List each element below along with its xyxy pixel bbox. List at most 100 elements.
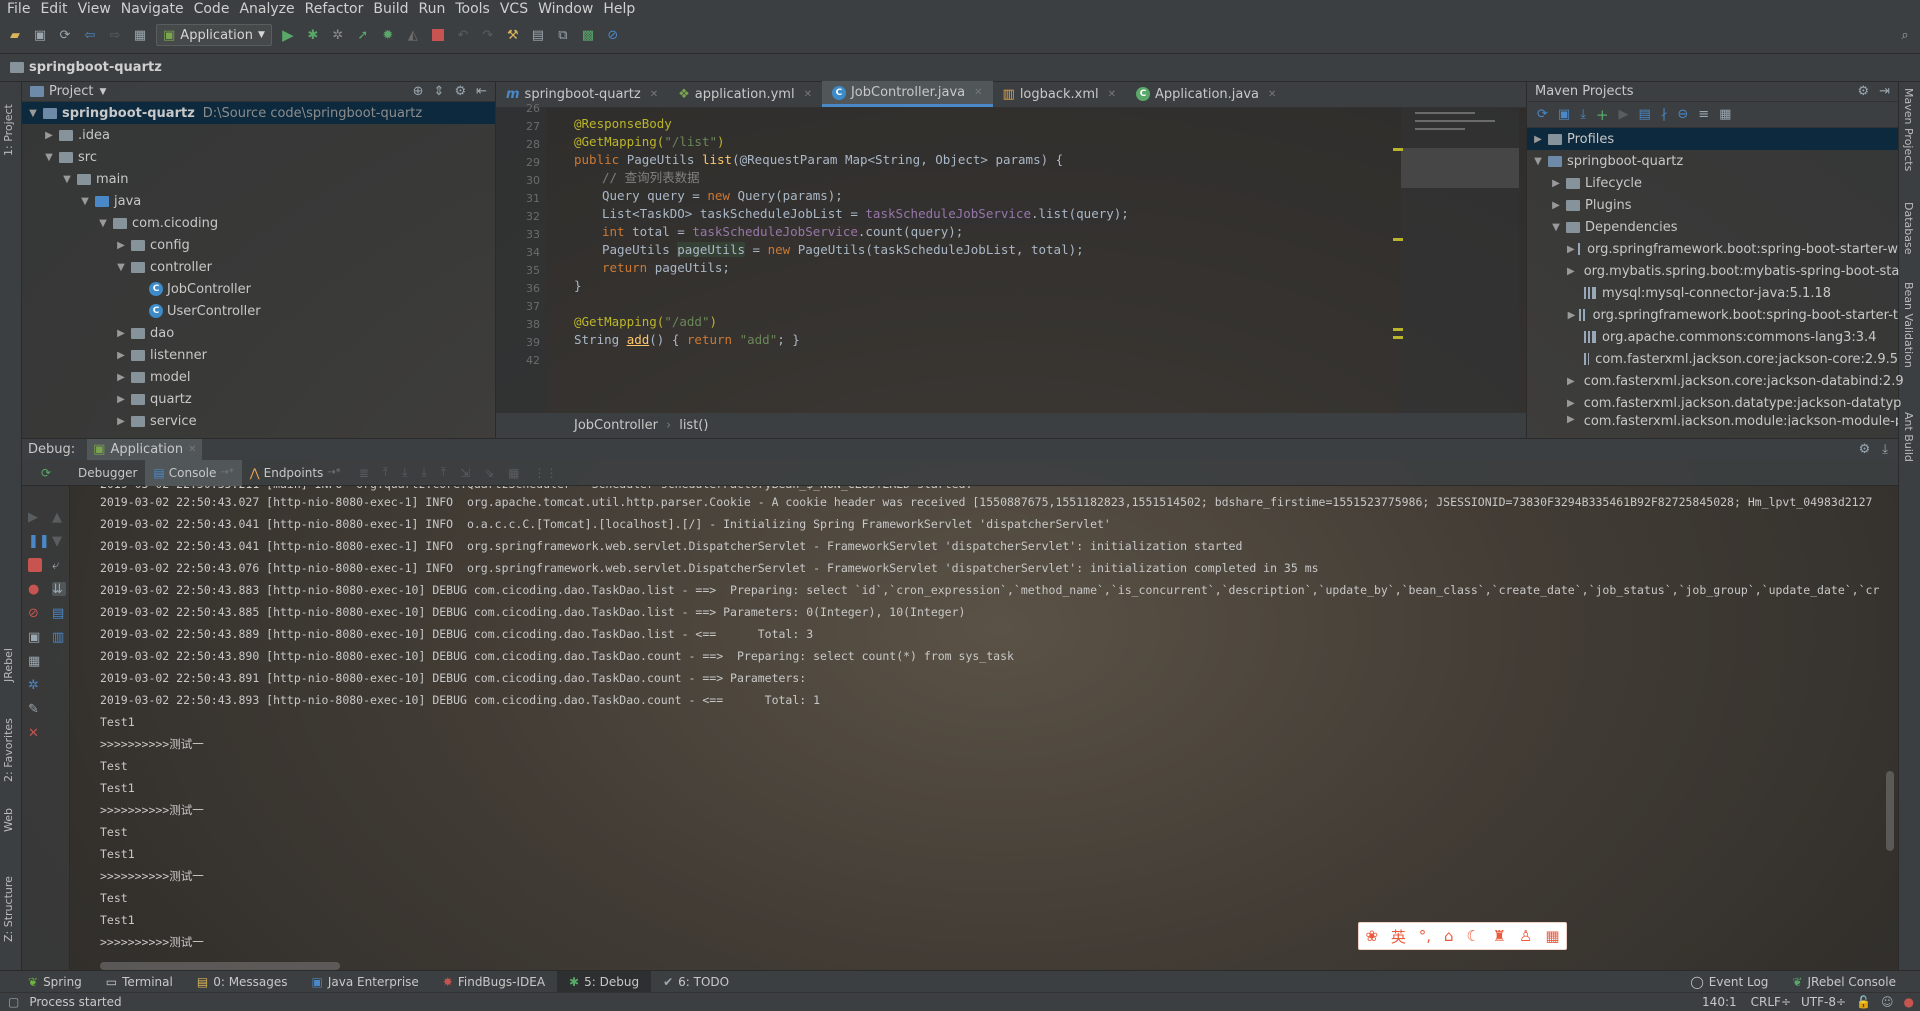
add-icon[interactable]: + [1596,106,1609,124]
jrebel-tool-tab[interactable]: JRebel [2,642,15,682]
no-entry-icon[interactable]: ⊘ [604,26,622,44]
caret-position[interactable]: 140:1 [1702,995,1737,1009]
tab-endpoints[interactable]: ⋀ Endpoints →* [242,466,349,480]
line-separator[interactable]: CRLF÷ [1751,995,1791,1009]
scroll-to-end-icon[interactable]: ⇊ [52,582,66,597]
stop-icon[interactable] [28,558,42,572]
coverage-report-icon[interactable]: ▩ [579,26,597,44]
chevron-down-icon[interactable]: ▼ [60,174,74,185]
database-tool-tab[interactable]: Database [1902,202,1915,262]
hide-icon[interactable]: ⇥ [1879,84,1890,99]
trace-icon[interactable]: ⋮⋮ [533,466,557,480]
tab-application-java[interactable]: C Application.java ✕ [1126,81,1286,107]
open-folder-icon[interactable]: ▰ [6,26,24,44]
tree-item-jobcontroller[interactable]: C JobController [22,278,495,300]
menu-code[interactable]: Code [191,1,237,17]
ime-language-toggle[interactable]: 英 [1391,926,1406,947]
chevron-right-icon[interactable]: ▶ [114,394,128,405]
menu-window[interactable]: Window [535,1,600,17]
close-icon[interactable]: ✕ [1108,89,1116,100]
tab-logback-xml[interactable]: ▥ logback.xml ✕ [993,81,1127,107]
jrebel-run-icon[interactable]: ➚ [354,26,372,44]
clear-all-icon[interactable]: ▥ [52,630,66,645]
chevron-down-icon[interactable]: ▼ [114,262,128,273]
tree-item-dao[interactable]: ▶ dao [22,322,495,344]
build-icon[interactable]: ▦ [131,26,149,44]
mute-breakpoints-icon[interactable]: ⊘ [28,606,42,621]
up-icon[interactable]: ▲ [52,510,66,525]
print-icon[interactable]: ▤ [52,606,66,621]
settings-icon[interactable]: ✲ [28,678,42,693]
jrebel-debug-icon[interactable]: ✹ [379,26,397,44]
collapse-all-icon[interactable]: ≡ [1698,107,1709,122]
chevron-down-icon[interactable]: ▼ [1549,222,1563,233]
tree-item-java[interactable]: ▼ java [22,190,495,212]
menu-run[interactable]: Run [416,1,453,17]
run-to-cursor-icon[interactable]: ⇘ [484,466,494,480]
settings-wrench-icon[interactable]: ⚒ [504,26,522,44]
menu-navigate[interactable]: Navigate [118,1,191,17]
tab-terminal[interactable]: ▭ Terminal [94,971,185,993]
chevron-right-icon[interactable]: ▶ [1549,178,1563,189]
chevron-right-icon[interactable]: ▶ [1567,244,1575,255]
chevron-down-icon[interactable]: ▼ [96,218,110,229]
maven-dependency[interactable]: com.fasterxml.jackson.core:jackson-core:… [1527,348,1898,370]
minimize-icon[interactable]: ⤓ [1882,442,1888,457]
close-icon[interactable]: ✕ [188,444,196,455]
console-output[interactable]: 2019-03-02 22:50:35.211 [main] INFO org.… [70,486,1898,970]
maven-item-project[interactable]: ▼ springboot-quartz [1527,150,1898,172]
chevron-right-icon[interactable]: ▶ [114,240,128,251]
menu-view[interactable]: View [75,1,118,17]
close-icon[interactable]: ✕ [974,87,982,98]
gear-icon[interactable]: ⚙ [1859,442,1871,457]
inspector-icon[interactable]: ☺ [1881,995,1894,1009]
project-tool-tab[interactable]: 1: Project [2,86,15,156]
menu-refactor[interactable]: Refactor [302,1,371,17]
chevron-right-icon[interactable]: ▶ [1567,398,1575,409]
menu-analyze[interactable]: Analyze [236,1,301,17]
skip-tests-icon[interactable]: ⊖ [1677,107,1688,122]
horizontal-scrollbar[interactable] [100,962,340,970]
chevron-down-icon[interactable]: ▼ [42,152,56,163]
lock-icon[interactable]: 🔓 [1856,995,1871,1009]
tab-event-log[interactable]: ◯ Event Log [1678,971,1780,993]
tab-application-yml[interactable]: ❖ application.yml ✕ [668,81,822,107]
run-icon[interactable]: ▶ [279,26,297,44]
maven-dependency[interactable]: mysql:mysql-connector-java:5.1.18 [1527,282,1898,304]
evaluate-icon[interactable]: ▦ [508,466,519,480]
close-icon[interactable]: ✕ [804,89,812,100]
restore-layout-icon[interactable]: ▦ [28,654,42,669]
chevron-right-icon[interactable]: ▶ [42,130,56,141]
grid-icon[interactable]: ▦ [1545,927,1559,945]
chevron-right-icon[interactable]: ▶ [1567,266,1575,277]
paw-icon[interactable]: ❀ [1365,927,1378,945]
maven-tool-tab[interactable]: Maven Projects [1902,88,1915,188]
view-breakpoints-icon[interactable]: ● [28,582,42,597]
file-encoding[interactable]: UTF-8÷ [1801,995,1846,1009]
maven-item-dependencies[interactable]: ▼ Dependencies [1527,216,1898,238]
chevron-down-icon[interactable]: ▼ [99,87,106,97]
search-icon[interactable]: ⌕ [1896,26,1914,44]
tree-item-idea[interactable]: ▶ .idea [22,124,495,146]
project-panel-title[interactable]: Project [49,84,93,99]
chevron-right-icon[interactable]: ▶ [114,350,128,361]
project-structure-icon[interactable]: ▤ [529,26,547,44]
show-execution-point-icon[interactable]: ≣ [359,466,369,480]
tab-findbugs[interactable]: ✸ FindBugs-IDEA [431,971,557,993]
favorites-tool-tab[interactable]: 2: Favorites [2,712,15,782]
tool-window-toggle-icon[interactable]: ▢ [8,995,19,1009]
resume-icon[interactable]: ▶ [28,510,42,525]
back-icon[interactable]: ⇦ [81,26,99,44]
tree-item-root[interactable]: ▼ springboot-quartz D:\Source code\sprin… [22,102,495,124]
down-icon[interactable]: ▼ [52,534,66,549]
reimport-icon[interactable]: ⟳ [1537,107,1548,122]
maven-item-profiles[interactable]: ▶ Profiles [1527,128,1898,150]
tree-item-quartz[interactable]: ▶ quartz [22,388,495,410]
tab-console[interactable]: ▤ Console →* [145,459,242,486]
chevron-right-icon[interactable]: ▶ [114,328,128,339]
tab-debugger[interactable]: Debugger [70,466,145,480]
undo-icon[interactable]: ↶ [454,26,472,44]
drop-frame-icon[interactable]: ⇲ [460,466,470,480]
tree-item-listenner[interactable]: ▶ listenner [22,344,495,366]
tab-messages[interactable]: ▤ 0: Messages [185,971,300,993]
